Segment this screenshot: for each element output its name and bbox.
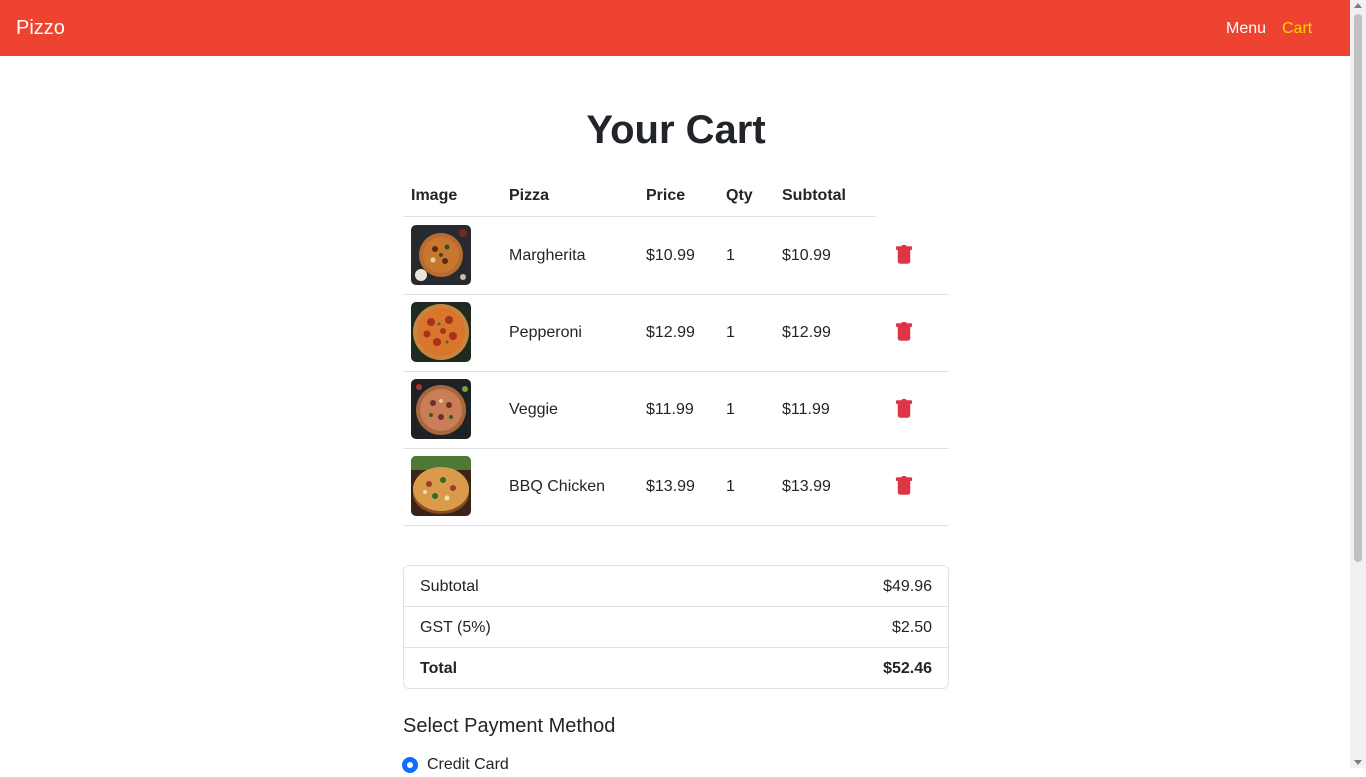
nav-menu-link[interactable]: Menu [1226, 19, 1266, 39]
delete-item-button[interactable] [894, 245, 914, 265]
trash-icon [895, 476, 913, 495]
item-subtotal: $13.99 [782, 478, 831, 495]
cart-row-bbq-chicken: BBQ Chicken $13.99 1 $13.99 [403, 448, 949, 526]
veggie-pizza-image [411, 379, 471, 439]
item-price: $11.99 [646, 401, 694, 418]
item-qty: 1 [726, 478, 735, 495]
scroll-down-arrow-icon[interactable] [1354, 760, 1362, 765]
pepperoni-pizza-image [411, 302, 471, 362]
delete-item-button[interactable] [894, 476, 914, 496]
summary-gst-label: GST (5%) [420, 619, 491, 636]
summary-gst-value: $2.50 [891, 619, 932, 636]
column-header-subtotal: Subtotal [782, 187, 846, 204]
page-title: Your Cart [586, 108, 766, 152]
payment-method-title: Select Payment Method [403, 715, 616, 737]
credit-card-radio[interactable] [402, 757, 418, 773]
trash-icon [895, 245, 913, 264]
cart-row-veggie: Veggie $11.99 1 $11.99 [403, 371, 949, 449]
column-header-pizza: Pizza [509, 187, 550, 204]
item-price: $10.99 [646, 247, 695, 264]
bbq-chicken-pizza-image [411, 456, 471, 516]
navbar: Pizzo Menu Cart [0, 0, 1350, 56]
delete-item-button[interactable] [894, 399, 914, 419]
item-price: $12.99 [646, 324, 695, 341]
item-name: Margherita [509, 247, 586, 264]
margherita-pizza-image [411, 225, 471, 285]
item-name: Pepperoni [509, 324, 582, 341]
item-qty: 1 [726, 247, 735, 264]
summary-total-row: Total $52.46 [404, 647, 948, 688]
summary-gst-row: GST (5%) $2.50 [404, 606, 948, 647]
item-subtotal: $12.99 [782, 324, 831, 341]
payment-option-label: Credit Card [427, 756, 509, 773]
item-qty: 1 [726, 324, 735, 341]
page-scrollbar[interactable] [1350, 0, 1366, 768]
item-qty: 1 [726, 401, 735, 418]
summary-total-label: Total [420, 660, 458, 677]
scroll-up-arrow-icon[interactable] [1354, 3, 1362, 8]
item-subtotal: $10.99 [782, 247, 831, 264]
nav-cart-link[interactable]: Cart [1282, 19, 1312, 39]
summary-subtotal-row: Subtotal $49.96 [404, 566, 948, 606]
item-subtotal: $11.99 [782, 401, 830, 418]
order-summary: Subtotal $49.96 GST (5%) $2.50 Total $52… [403, 565, 949, 689]
item-name: Veggie [509, 401, 558, 418]
summary-subtotal-label: Subtotal [420, 578, 479, 595]
trash-icon [895, 322, 913, 341]
scrollbar-thumb[interactable] [1354, 14, 1362, 562]
brand-logo[interactable]: Pizzo [16, 16, 65, 40]
column-header-price: Price [646, 187, 686, 204]
trash-icon [895, 399, 913, 418]
item-price: $13.99 [646, 478, 695, 495]
summary-subtotal-value: $49.96 [883, 578, 932, 595]
cart-row-margherita: Margherita $10.99 1 $10.99 [403, 217, 949, 295]
summary-total-value: $52.46 [883, 660, 932, 677]
column-header-image: Image [411, 187, 458, 204]
cart-row-pepperoni: Pepperoni $12.99 1 $12.99 [403, 294, 949, 372]
item-name: BBQ Chicken [509, 478, 606, 495]
delete-item-button[interactable] [894, 322, 914, 342]
column-header-qty: Qty [726, 187, 753, 204]
